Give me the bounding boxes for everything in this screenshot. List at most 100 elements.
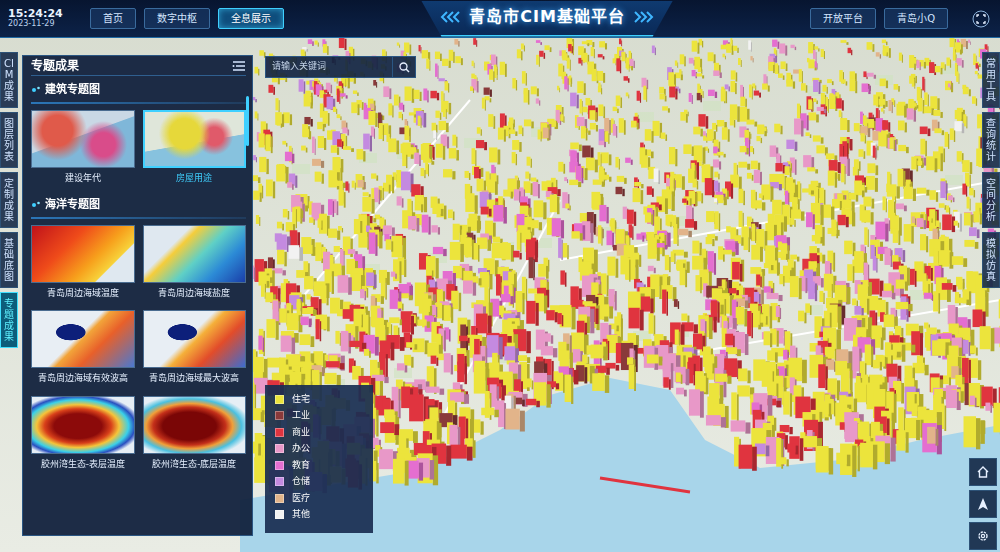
thumbnail-grid: 建设年代房屋用途 — [31, 110, 246, 192]
thumbnail-label: 青岛周边海域盐度 — [143, 283, 247, 307]
left-tab-strip: CIM成果图层列表定制成果基础底图专题成果 — [0, 52, 18, 348]
thumbnail-image — [143, 310, 247, 368]
right-tab[interactable]: 模拟仿真 — [982, 232, 1000, 288]
theme-thumbnail[interactable]: 青岛周边海域温度 — [31, 225, 135, 307]
clock-date: 2023-11-29 — [8, 20, 82, 29]
legend-label: 医疗 — [292, 492, 310, 506]
clock-time: 15:24:24 — [8, 8, 82, 20]
thumbnail-label: 青岛周边海域温度 — [31, 283, 135, 307]
section-title: 海洋专题图 — [45, 197, 100, 214]
legend-item: 仓储 — [275, 474, 363, 491]
legend-label: 仓储 — [292, 475, 310, 489]
panel-title: 专题成果 — [31, 57, 79, 75]
nav-button[interactable]: 首页 — [90, 8, 136, 29]
nav-button[interactable]: 数字中枢 — [144, 8, 210, 29]
thumbnail-label: 房屋用途 — [143, 168, 247, 192]
search-input[interactable] — [266, 57, 392, 77]
fullscreen-icon[interactable] — [972, 10, 990, 28]
main-nav: 首页数字中枢全息展示 — [90, 8, 284, 29]
thumbnail-image — [31, 225, 135, 283]
theme-thumbnail[interactable]: 建设年代 — [31, 110, 135, 192]
legend-label: 其他 — [292, 508, 310, 522]
panel-scrollbar[interactable] — [246, 96, 249, 146]
right-tab-label: 查询统计 — [986, 118, 996, 162]
right-tab-label: 模拟仿真 — [986, 238, 996, 282]
top-bar: 15:24:242023-11-29 首页数字中枢全息展示 青岛市CIM基础平台 开放… — [0, 0, 1000, 38]
thumbnail-grid: 青岛周边海域温度青岛周边海域盐度青岛周边海域有效波高青岛周边海域最大波高胶州湾生… — [31, 225, 246, 478]
legend-label: 教育 — [292, 459, 310, 473]
theme-thumbnail[interactable]: 胶州湾生态-底层温度 — [143, 396, 247, 478]
right-tab-label: 常用工具 — [986, 58, 996, 102]
left-tab-label: 专题成果 — [4, 298, 14, 342]
thumbnail-image — [143, 396, 247, 454]
section-header: 建筑专题图 — [31, 82, 246, 104]
thumbnail-image — [143, 225, 247, 283]
map-tool-button[interactable] — [969, 490, 997, 518]
clock: 15:24:242023-11-29 — [8, 8, 82, 29]
right-chevron-icon — [633, 11, 655, 23]
thumbnail-image — [31, 310, 135, 368]
theme-thumbnail[interactable]: 胶州湾生态-表层温度 — [31, 396, 135, 478]
search-box — [265, 56, 416, 78]
left-tab[interactable]: 图层列表 — [0, 112, 18, 168]
left-tab-label: 定制成果 — [4, 178, 14, 222]
left-tab-label: 图层列表 — [4, 118, 14, 162]
legend-label: 工业 — [292, 409, 310, 423]
menu-icon[interactable] — [232, 60, 246, 72]
nav-button[interactable]: 全息展示 — [218, 8, 284, 29]
theme-thumbnail[interactable]: 青岛周边海域有效波高 — [31, 310, 135, 392]
home-icon — [976, 465, 990, 479]
left-tab[interactable]: CIM成果 — [0, 52, 18, 108]
legend-item: 办公 — [275, 441, 363, 458]
title-block: 青岛市CIM基础平台 — [421, 1, 673, 37]
map-tool-button[interactable] — [969, 522, 997, 550]
left-tab[interactable]: 定制成果 — [0, 172, 18, 228]
legend-label: 办公 — [292, 442, 310, 456]
right-tab-strip: 常用工具查询统计空间分析模拟仿真 — [982, 52, 1000, 288]
right-tab[interactable]: 查询统计 — [982, 112, 1000, 168]
theme-panel: 专题成果建筑专题图建设年代房屋用途海洋专题图青岛周边海域温度青岛周边海域盐度青岛… — [22, 55, 253, 536]
legend-swatch — [275, 444, 284, 453]
left-tab[interactable]: 基础底图 — [0, 232, 18, 288]
legend-swatch — [275, 477, 284, 486]
left-tab[interactable]: 专题成果 — [0, 292, 18, 348]
search-button[interactable] — [392, 57, 415, 77]
legend: 住宅工业商业办公教育仓储医疗其他 — [265, 385, 373, 533]
legend-swatch — [275, 411, 284, 420]
left-tab-label: 基础底图 — [4, 238, 14, 282]
legend-swatch — [275, 395, 284, 404]
thumbnail-label: 青岛周边海域有效波高 — [31, 368, 135, 392]
right-tab[interactable]: 空间分析 — [982, 172, 1000, 228]
legend-item: 医疗 — [275, 490, 363, 507]
theme-thumbnail[interactable]: 房屋用途 — [143, 110, 247, 192]
left-chevron-icon — [439, 11, 461, 23]
legend-label: 住宅 — [292, 393, 310, 407]
legend-swatch — [275, 510, 284, 519]
right-tab[interactable]: 常用工具 — [982, 52, 1000, 108]
legend-item: 商业 — [275, 424, 363, 441]
thumbnail-label: 胶州湾生态-底层温度 — [143, 454, 247, 478]
side-nav: 开放平台青岛小Q — [810, 8, 948, 29]
map-tool-stack — [969, 458, 997, 550]
navigation-arrow-icon — [976, 497, 990, 511]
legend-item: 教育 — [275, 457, 363, 474]
gear-icon — [976, 529, 990, 543]
search-icon — [399, 62, 410, 73]
thumbnail-label: 青岛周边海域最大波高 — [143, 368, 247, 392]
legend-swatch — [275, 461, 284, 470]
right-tab-label: 空间分析 — [986, 178, 996, 222]
nav-button[interactable]: 青岛小Q — [884, 8, 948, 29]
section-bullet-icon — [31, 85, 41, 95]
legend-item: 其他 — [275, 507, 363, 524]
theme-thumbnail[interactable]: 青岛周边海域最大波高 — [143, 310, 247, 392]
section-bullet-icon — [31, 200, 41, 210]
left-tab-label: CIM成果 — [4, 58, 14, 102]
title-area: 青岛市CIM基础平台 — [284, 1, 810, 37]
map-tool-button[interactable] — [969, 458, 997, 486]
nav-button[interactable]: 开放平台 — [810, 8, 876, 29]
thumbnail-image — [31, 110, 135, 168]
platform-title: 青岛市CIM基础平台 — [469, 5, 625, 29]
legend-item: 工业 — [275, 408, 363, 425]
theme-thumbnail[interactable]: 青岛周边海域盐度 — [143, 225, 247, 307]
section-header: 海洋专题图 — [31, 197, 246, 219]
